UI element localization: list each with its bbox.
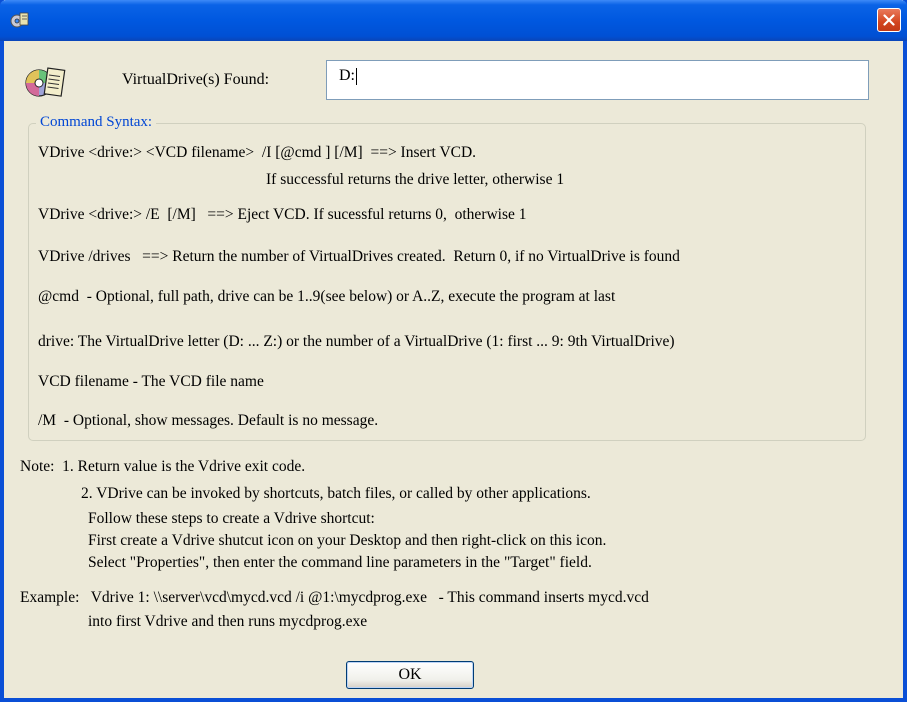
example-line: Example: Vdrive 1: \\server\vcd\mycd.vcd… [20,589,649,606]
dialog-window: VirtualDrive(s) Found: D: Command Syntax… [0,0,907,702]
syntax-line: VDrive /drives ==> Return the number of … [38,248,680,265]
cd-drive-icon [24,63,66,101]
app-icon [10,11,30,29]
syntax-line: VCD filename - The VCD file name [38,373,264,390]
close-button[interactable] [877,8,901,32]
title-bar[interactable] [0,0,907,41]
note-line: 2. VDrive can be invoked by shortcuts, b… [81,485,591,502]
drives-found-value: D: [339,67,355,84]
drives-found-field[interactable]: D: [326,60,869,100]
syntax-line: If successful returns the drive letter, … [266,171,565,188]
close-icon [883,14,895,26]
syntax-line: /M - Optional, show messages. Default is… [38,412,379,429]
syntax-line: drive: The VirtualDrive letter (D: ... Z… [38,333,675,350]
command-syntax-legend: Command Syntax: [36,114,157,131]
ok-button[interactable]: OK [346,661,474,689]
syntax-line: @cmd - Optional, full path, drive can be… [38,288,616,305]
drives-found-label: VirtualDrive(s) Found: [122,71,270,88]
example-line: into first Vdrive and then runs mycdprog… [88,613,368,630]
syntax-line: VDrive <drive:> /E [/M] ==> Eject VCD. I… [38,206,527,223]
note-line: Note: 1. Return value is the Vdrive exit… [20,458,306,475]
note-line: Select "Properties", then enter the comm… [88,554,592,571]
text-caret [356,68,357,85]
note-line: First create a Vdrive shutcut icon on yo… [88,532,607,549]
syntax-line: VDrive <drive:> <VCD filename> /I [@cmd … [38,144,477,161]
note-line: Follow these steps to create a Vdrive sh… [88,510,375,527]
